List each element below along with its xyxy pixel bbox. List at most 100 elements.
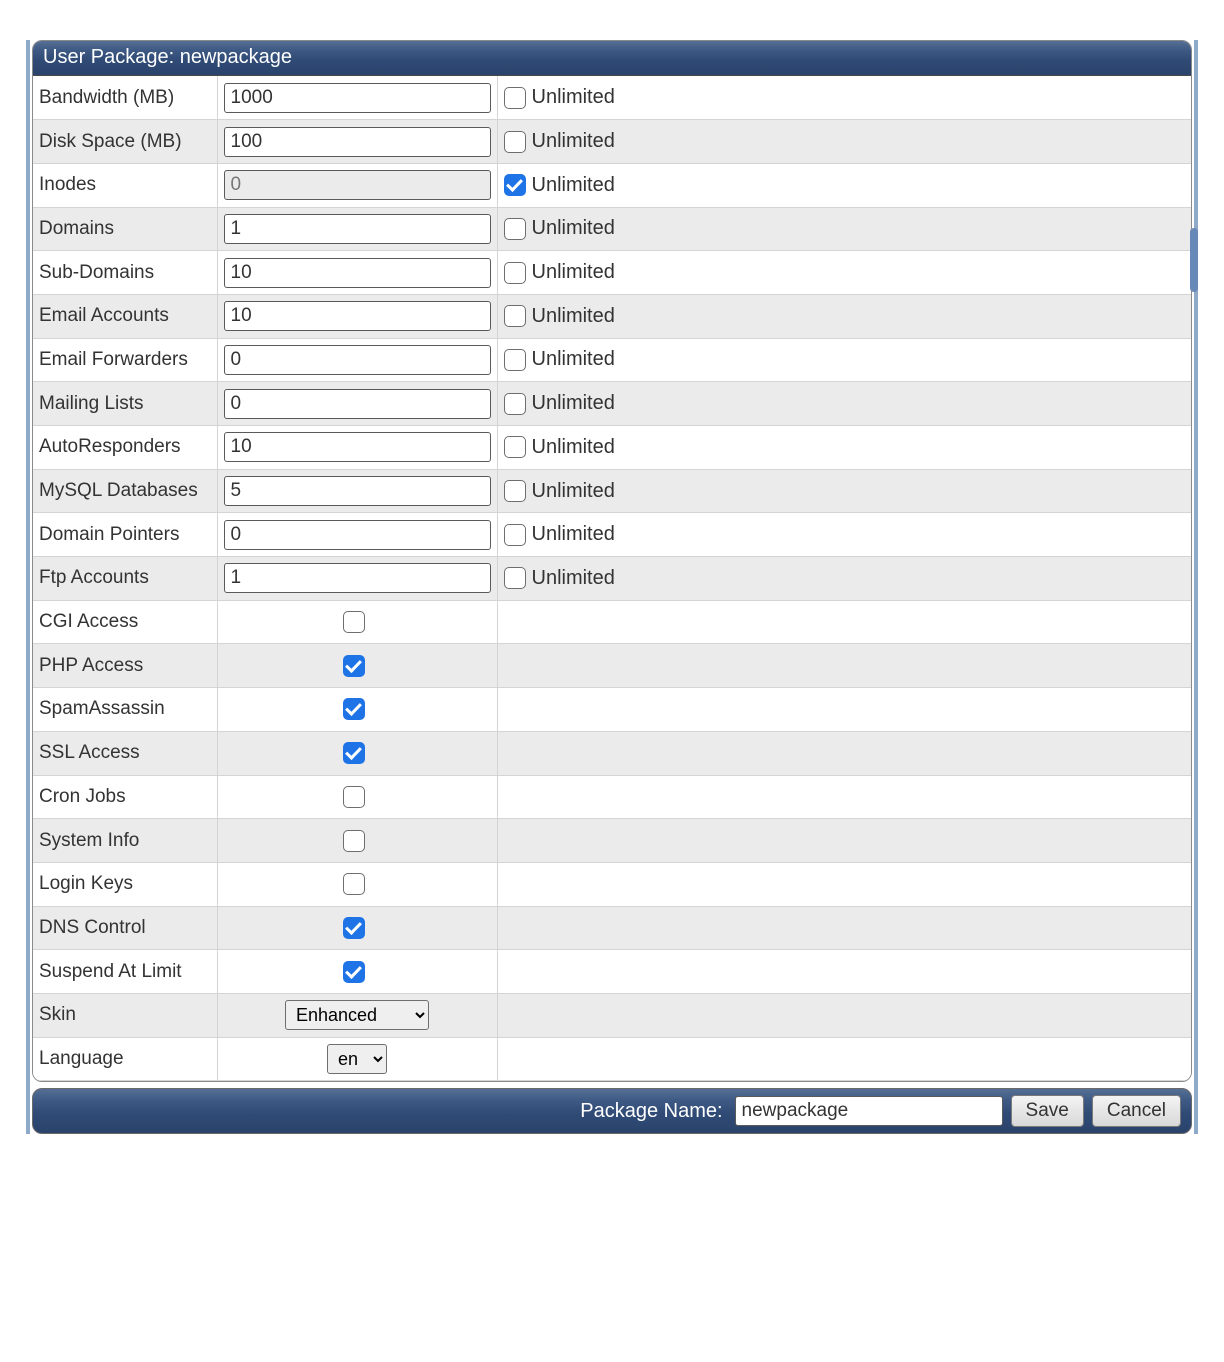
select-skin[interactable]: Enhanced xyxy=(285,1000,429,1030)
input-ftp-accounts[interactable] xyxy=(224,563,491,593)
input-email-forwarders[interactable] xyxy=(224,345,491,375)
label-suspend-at-limit: Suspend At Limit xyxy=(33,950,217,994)
unlimited-label: Unlimited xyxy=(532,86,615,108)
row-email-forwarders: Email Forwarders Unlimited xyxy=(33,338,1191,382)
unlimited-label: Unlimited xyxy=(532,261,615,283)
row-sub-domains: Sub-Domains Unlimited xyxy=(33,251,1191,295)
input-inodes xyxy=(224,170,491,200)
label-dns-control: DNS Control xyxy=(33,906,217,950)
unlimited-checkbox-domains[interactable] xyxy=(504,218,526,240)
label-ssl-access: SSL Access xyxy=(33,731,217,775)
unlimited-label: Unlimited xyxy=(532,523,615,545)
unlimited-checkbox-disk-space-mb[interactable] xyxy=(504,131,526,153)
label-autoresponders: AutoResponders xyxy=(33,426,217,470)
row-ftp-accounts: Ftp Accounts Unlimited xyxy=(33,557,1191,601)
label-domain-pointers: Domain Pointers xyxy=(33,513,217,557)
unlimited-label: Unlimited xyxy=(532,305,615,327)
label-email-forwarders: Email Forwarders xyxy=(33,338,217,382)
row-ssl-access: SSL Access xyxy=(33,731,1191,775)
unlimited-checkbox-email-forwarders[interactable] xyxy=(504,349,526,371)
row-domains: Domains Unlimited xyxy=(33,207,1191,251)
label-email-accounts: Email Accounts xyxy=(33,294,217,338)
label-disk-space-mb: Disk Space (MB) xyxy=(33,120,217,164)
row-domain-pointers: Domain Pointers Unlimited xyxy=(33,513,1191,557)
input-mailing-lists[interactable] xyxy=(224,389,491,419)
package-name-label: Package Name: xyxy=(580,1100,722,1123)
row-skin: Skin Enhanced xyxy=(33,993,1191,1037)
row-login-keys: Login Keys xyxy=(33,862,1191,906)
unlimited-checkbox-mysql-databases[interactable] xyxy=(504,480,526,502)
row-language: Language en xyxy=(33,1037,1191,1081)
unlimited-label: Unlimited xyxy=(532,130,615,152)
unlimited-checkbox-sub-domains[interactable] xyxy=(504,262,526,284)
input-autoresponders[interactable] xyxy=(224,432,491,462)
panel-title: User Package: newpackage xyxy=(33,41,1191,76)
unlimited-checkbox-inodes[interactable] xyxy=(504,174,526,196)
row-autoresponders: AutoResponders Unlimited xyxy=(33,426,1191,470)
label-system-info: System Info xyxy=(33,819,217,863)
checkbox-dns-control[interactable] xyxy=(343,917,365,939)
unlimited-checkbox-domain-pointers[interactable] xyxy=(504,524,526,546)
select-language[interactable]: en xyxy=(327,1044,387,1074)
unlimited-label: Unlimited xyxy=(532,480,615,502)
row-cron-jobs: Cron Jobs xyxy=(33,775,1191,819)
checkbox-system-info[interactable] xyxy=(343,830,365,852)
row-email-accounts: Email Accounts Unlimited xyxy=(33,294,1191,338)
row-disk-space-mb: Disk Space (MB) Unlimited xyxy=(33,120,1191,164)
checkbox-cgi-access[interactable] xyxy=(343,611,365,633)
unlimited-label: Unlimited xyxy=(532,217,615,239)
label-login-keys: Login Keys xyxy=(33,862,217,906)
label-inodes: Inodes xyxy=(33,163,217,207)
unlimited-checkbox-autoresponders[interactable] xyxy=(504,436,526,458)
row-dns-control: DNS Control xyxy=(33,906,1191,950)
save-button[interactable]: Save xyxy=(1011,1095,1084,1127)
unlimited-label: Unlimited xyxy=(532,392,615,414)
input-bandwidth-mb[interactable] xyxy=(224,83,491,113)
input-domains[interactable] xyxy=(224,214,491,244)
unlimited-checkbox-ftp-accounts[interactable] xyxy=(504,567,526,589)
checkbox-suspend-at-limit[interactable] xyxy=(343,961,365,983)
row-spamassassin: SpamAssassin xyxy=(33,688,1191,732)
input-sub-domains[interactable] xyxy=(224,258,491,288)
checkbox-php-access[interactable] xyxy=(343,655,365,677)
label-mysql-databases: MySQL Databases xyxy=(33,469,217,513)
label-sub-domains: Sub-Domains xyxy=(33,251,217,295)
scrollbar-thumb[interactable] xyxy=(1190,228,1198,292)
unlimited-checkbox-bandwidth-mb[interactable] xyxy=(504,87,526,109)
label-language: Language xyxy=(33,1037,217,1081)
cancel-button[interactable]: Cancel xyxy=(1092,1095,1181,1127)
input-disk-space-mb[interactable] xyxy=(224,127,491,157)
label-mailing-lists: Mailing Lists xyxy=(33,382,217,426)
input-email-accounts[interactable] xyxy=(224,301,491,331)
settings-table: Bandwidth (MB) Unlimited Disk Space (MB) Un… xyxy=(33,76,1191,1081)
row-cgi-access: CGI Access xyxy=(33,600,1191,644)
row-system-info: System Info xyxy=(33,819,1191,863)
row-suspend-at-limit: Suspend At Limit xyxy=(33,950,1191,994)
footer-bar: Package Name: Save Cancel xyxy=(32,1088,1192,1134)
unlimited-checkbox-email-accounts[interactable] xyxy=(504,305,526,327)
row-mailing-lists: Mailing Lists Unlimited xyxy=(33,382,1191,426)
checkbox-ssl-access[interactable] xyxy=(343,742,365,764)
checkbox-cron-jobs[interactable] xyxy=(343,786,365,808)
checkbox-login-keys[interactable] xyxy=(343,873,365,895)
input-mysql-databases[interactable] xyxy=(224,476,491,506)
label-php-access: PHP Access xyxy=(33,644,217,688)
input-domain-pointers[interactable] xyxy=(224,520,491,550)
row-php-access: PHP Access xyxy=(33,644,1191,688)
unlimited-label: Unlimited xyxy=(532,436,615,458)
label-skin: Skin xyxy=(33,993,217,1037)
row-mysql-databases: MySQL Databases Unlimited xyxy=(33,469,1191,513)
label-bandwidth-mb: Bandwidth (MB) xyxy=(33,76,217,120)
row-inodes: Inodes Unlimited xyxy=(33,163,1191,207)
package-name-input[interactable] xyxy=(735,1096,1003,1126)
unlimited-label: Unlimited xyxy=(532,174,615,196)
label-spamassassin: SpamAssassin xyxy=(33,688,217,732)
unlimited-label: Unlimited xyxy=(532,567,615,589)
row-bandwidth-mb: Bandwidth (MB) Unlimited xyxy=(33,76,1191,120)
label-ftp-accounts: Ftp Accounts xyxy=(33,557,217,601)
unlimited-label: Unlimited xyxy=(532,348,615,370)
unlimited-checkbox-mailing-lists[interactable] xyxy=(504,393,526,415)
checkbox-spamassassin[interactable] xyxy=(343,698,365,720)
label-cgi-access: CGI Access xyxy=(33,600,217,644)
label-domains: Domains xyxy=(33,207,217,251)
